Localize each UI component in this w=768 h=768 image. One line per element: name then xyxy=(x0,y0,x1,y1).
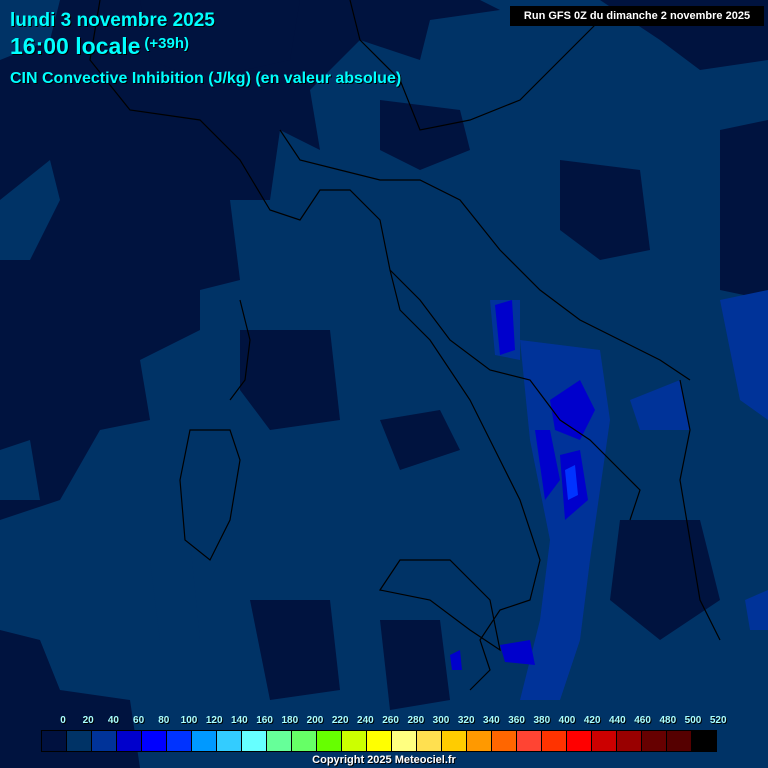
legend-swatch xyxy=(642,731,667,751)
parameter-title: CIN Convective Inhibition (J/kg) (en val… xyxy=(10,70,402,87)
legend-swatch xyxy=(217,731,242,751)
legend-swatch xyxy=(417,731,442,751)
legend-swatch xyxy=(467,731,492,751)
legend-swatch xyxy=(342,731,367,751)
forecast-local-time: 16:00 locale xyxy=(10,33,141,59)
legend-swatch xyxy=(392,731,417,751)
legend-swatch xyxy=(42,731,67,751)
legend-swatch xyxy=(142,731,167,751)
copyright: Copyright 2025 Meteociel.fr xyxy=(312,754,456,766)
cin-map xyxy=(0,0,768,768)
forecast-offset: (+39h) xyxy=(144,35,190,52)
legend-labels: 0 20 40 60 80 100 120 140 160 180 200 220 240 260 280 3… xyxy=(0,715,768,729)
legend-swatch xyxy=(517,731,542,751)
legend-swatch xyxy=(567,731,592,751)
legend-swatch xyxy=(367,731,392,751)
legend-swatch xyxy=(442,731,467,751)
legend-swatch xyxy=(292,731,317,751)
legend-swatch xyxy=(667,731,692,751)
legend-swatch xyxy=(317,731,342,751)
forecast-date: lundi 3 novembre 2025 xyxy=(10,10,215,31)
model-run-label: Run GFS 0Z du dimanche 2 novembre 2025 xyxy=(510,6,764,26)
legend-swatch xyxy=(117,731,142,751)
legend-swatch xyxy=(492,731,517,751)
legend-swatch xyxy=(67,731,92,751)
legend-swatch xyxy=(192,731,217,751)
legend-swatch xyxy=(92,731,117,751)
weather-map-view: lundi 3 novembre 2025 16:00 locale (+39h)… xyxy=(0,0,768,768)
legend-swatch xyxy=(242,731,267,751)
legend-swatch xyxy=(692,731,716,751)
legend-swatch xyxy=(542,731,567,751)
legend-swatch xyxy=(617,731,642,751)
legend-swatch xyxy=(167,731,192,751)
legend-swatch xyxy=(592,731,617,751)
legend-label: 520 xyxy=(709,715,727,726)
color-legend xyxy=(41,730,717,752)
forecast-time: 16:00 locale (+39h) xyxy=(10,33,189,60)
legend-swatch xyxy=(267,731,292,751)
